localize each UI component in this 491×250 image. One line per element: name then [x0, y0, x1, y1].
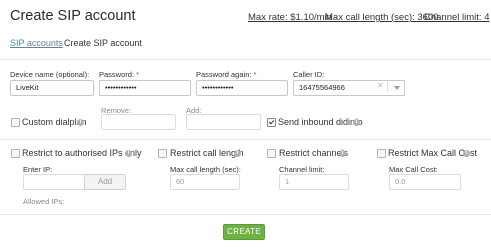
breadcrumb-sip-accounts[interactable]: SIP accounts — [10, 38, 63, 48]
channel-limit-stat[interactable]: Channel limit: 4 — [424, 12, 489, 23]
info-icon[interactable]: i — [463, 150, 470, 157]
password-label: Password: * — [99, 70, 140, 79]
add-ip-button[interactable]: Add — [84, 174, 126, 190]
restrict-channels-label[interactable]: Restrict channels — [279, 148, 348, 158]
channel-limit-input[interactable]: 1 — [279, 174, 349, 190]
dialplan-remove-input[interactable] — [101, 114, 176, 130]
info-icon[interactable]: i — [77, 119, 84, 126]
send-inbound-didinfo-label[interactable]: Send inbound didinfo — [278, 117, 363, 127]
caller-id-value: 16475564966 — [299, 83, 345, 92]
max-call-cost-label: Max Call Cost: — [389, 165, 438, 174]
max-call-cost-input[interactable]: 0.0 — [389, 174, 461, 190]
restrict-ips-label[interactable]: Restrict to authorised IPs only — [22, 148, 142, 158]
info-icon[interactable]: i — [234, 150, 241, 157]
password-input[interactable]: •••••••••••• — [99, 80, 191, 96]
restrict-call-length-checkbox[interactable] — [158, 149, 167, 158]
info-icon[interactable]: i — [125, 150, 132, 157]
footer-divider — [0, 214, 491, 215]
send-inbound-didinfo-checkbox[interactable] — [267, 118, 276, 127]
max-call-length-input[interactable]: 60 — [170, 174, 240, 190]
info-icon[interactable]: i — [339, 150, 346, 157]
allowed-ips-label: Allowed IPs: — [23, 197, 65, 206]
info-icon[interactable]: i — [353, 119, 360, 126]
restrict-max-call-cost-checkbox[interactable] — [377, 149, 386, 158]
section-divider — [0, 139, 491, 140]
caller-id-select[interactable]: 16475564966 — [293, 80, 405, 96]
custom-dialplan-checkbox[interactable] — [11, 118, 20, 127]
dialplan-add-input[interactable] — [186, 114, 261, 130]
max-call-length-stat[interactable]: Max call length (sec): 3600 — [325, 12, 439, 23]
max-rate-stat[interactable]: Max rate: $1.10/min — [248, 12, 332, 23]
password-again-label: Password again: * — [196, 70, 257, 79]
restrict-channels-checkbox[interactable] — [267, 149, 276, 158]
max-call-length-label: Max call length (sec): — [170, 165, 241, 174]
enter-ip-input[interactable] — [23, 174, 87, 190]
required-mark: * — [253, 70, 257, 79]
caller-id-label: Caller ID: — [293, 70, 325, 79]
device-name-input[interactable]: LiveKit — [10, 80, 94, 96]
header-divider — [0, 59, 491, 60]
restrict-ips-checkbox[interactable] — [11, 149, 20, 158]
channel-limit-label: Channel limit: — [279, 165, 325, 174]
password-again-input[interactable]: •••••••••••• — [196, 80, 288, 96]
create-button[interactable]: CREATE — [223, 224, 265, 240]
select-divider — [387, 82, 388, 92]
breadcrumb-current: Create SIP account — [64, 38, 142, 48]
enter-ip-label: Enter IP: — [23, 165, 53, 174]
restrict-call-length-label[interactable]: Restrict call length — [170, 148, 244, 158]
chevron-down-icon[interactable] — [394, 86, 400, 90]
page-title: Create SIP account — [10, 8, 136, 24]
close-icon[interactable]: ✕ — [377, 81, 384, 90]
device-name-label: Device name (optional): — [10, 70, 90, 79]
required-mark: * — [136, 70, 140, 79]
